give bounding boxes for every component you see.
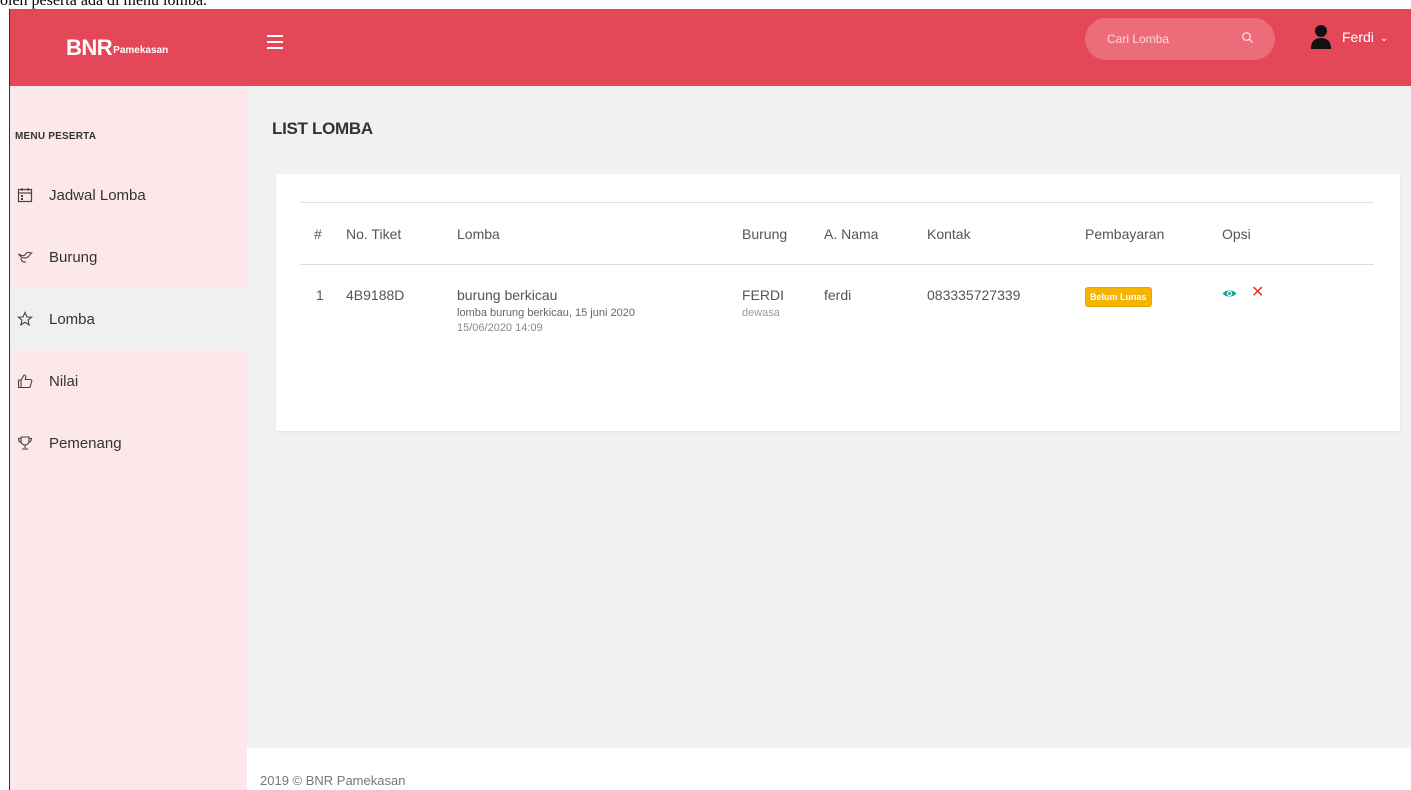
sidebar-heading: MENU PESERTA: [15, 131, 97, 142]
top-navbar: BNR Pamekasan Ferdi ⌄: [10, 9, 1411, 86]
burung-cell: FERDI dewasa: [742, 265, 824, 365]
col-header: Pembayaran: [1085, 202, 1222, 265]
sidebar-item-label: Nilai: [49, 372, 79, 390]
app-frame: BNR Pamekasan Ferdi ⌄ MENU PESERTA: [9, 9, 1411, 790]
lomba-description: lomba burung berkicau, 15 juni 2020: [457, 307, 635, 319]
col-header: Opsi: [1222, 202, 1374, 265]
trophy-icon: [17, 436, 33, 450]
caption-strip: oleh peserta ada di menu lomba.: [0, 0, 1411, 9]
burung-class: dewasa: [742, 307, 780, 319]
menu-toggle-icon[interactable]: [267, 35, 283, 49]
lomba-list-card: # No. Tiket Lomba Burung A. Nama Kontak …: [276, 174, 1400, 431]
search-input[interactable]: [1107, 32, 1227, 46]
calendar-icon: [17, 188, 33, 203]
sidebar-item-label: Jadwal Lomba: [49, 186, 146, 204]
user-name: Ferdi: [1342, 29, 1374, 45]
sidebar-item-burung[interactable]: Burung: [10, 226, 247, 288]
search-icon[interactable]: [1241, 31, 1255, 45]
sidebar-item-label: Burung: [49, 248, 98, 266]
search-bar: [1085, 18, 1275, 60]
table-header-row: # No. Tiket Lomba Burung A. Nama Kontak …: [300, 202, 1374, 265]
contact-number: 083335727339: [927, 287, 1021, 303]
sidebar-item-label: Lomba: [49, 310, 95, 328]
sidebar: MENU PESERTA Jadwal Lomba Burung Lomba N…: [10, 86, 247, 790]
sidebar-item-lomba[interactable]: Lomba: [10, 288, 247, 350]
ticket-number: 4B9188D: [346, 287, 405, 303]
delete-icon[interactable]: ✕: [1251, 285, 1264, 301]
burung-name: FERDI: [742, 287, 784, 303]
user-menu[interactable]: Ferdi ⌄: [1310, 24, 1388, 50]
lomba-name: burung berkicau: [457, 287, 558, 303]
col-header: No. Tiket: [346, 202, 457, 265]
bird-icon: [18, 251, 33, 263]
brand-name: BNR: [66, 34, 113, 60]
col-header: Burung: [742, 202, 824, 265]
star-icon: [17, 311, 33, 327]
user-icon: [1311, 25, 1331, 49]
thumbs-up-icon: [17, 374, 33, 389]
caption-text: oleh peserta ada di menu lomba.: [0, 0, 208, 9]
col-header: #: [300, 202, 346, 265]
brand-logo[interactable]: BNR Pamekasan: [10, 9, 247, 86]
chevron-down-icon: ⌄: [1379, 32, 1389, 44]
brand-location: Pamekasan: [113, 45, 169, 56]
lomba-cell: burung berkicau lomba burung berkicau, 1…: [457, 265, 742, 365]
eye-icon[interactable]: [1222, 288, 1237, 299]
col-header: A. Nama: [824, 202, 927, 265]
lomba-table: # No. Tiket Lomba Burung A. Nama Kontak …: [300, 202, 1374, 365]
owner-name: ferdi: [824, 287, 852, 303]
footer: 2019 © BNR Pamekasan: [247, 748, 1411, 790]
col-header: Lomba: [457, 202, 742, 265]
page-title: LIST LOMBA: [272, 119, 373, 138]
lomba-date: 15/06/2020 14:09: [457, 322, 543, 334]
payment-cell: Belum Lunas: [1085, 265, 1222, 365]
sidebar-item-label: Pemenang: [49, 434, 122, 452]
table-row: 1 4B9188D burung berkicau lomba burung b…: [300, 265, 1374, 365]
footer-copyright: 2019 © BNR Pamekasan: [260, 773, 406, 788]
sidebar-item-nilai[interactable]: Nilai: [10, 350, 247, 412]
row-number: 1: [316, 287, 324, 303]
options-cell: ✕: [1222, 265, 1374, 365]
sidebar-item-jadwal-lomba[interactable]: Jadwal Lomba: [10, 164, 247, 226]
col-header: Kontak: [927, 202, 1085, 265]
sidebar-item-pemenang[interactable]: Pemenang: [10, 412, 247, 474]
payment-status-badge: Belum Lunas: [1085, 287, 1152, 307]
